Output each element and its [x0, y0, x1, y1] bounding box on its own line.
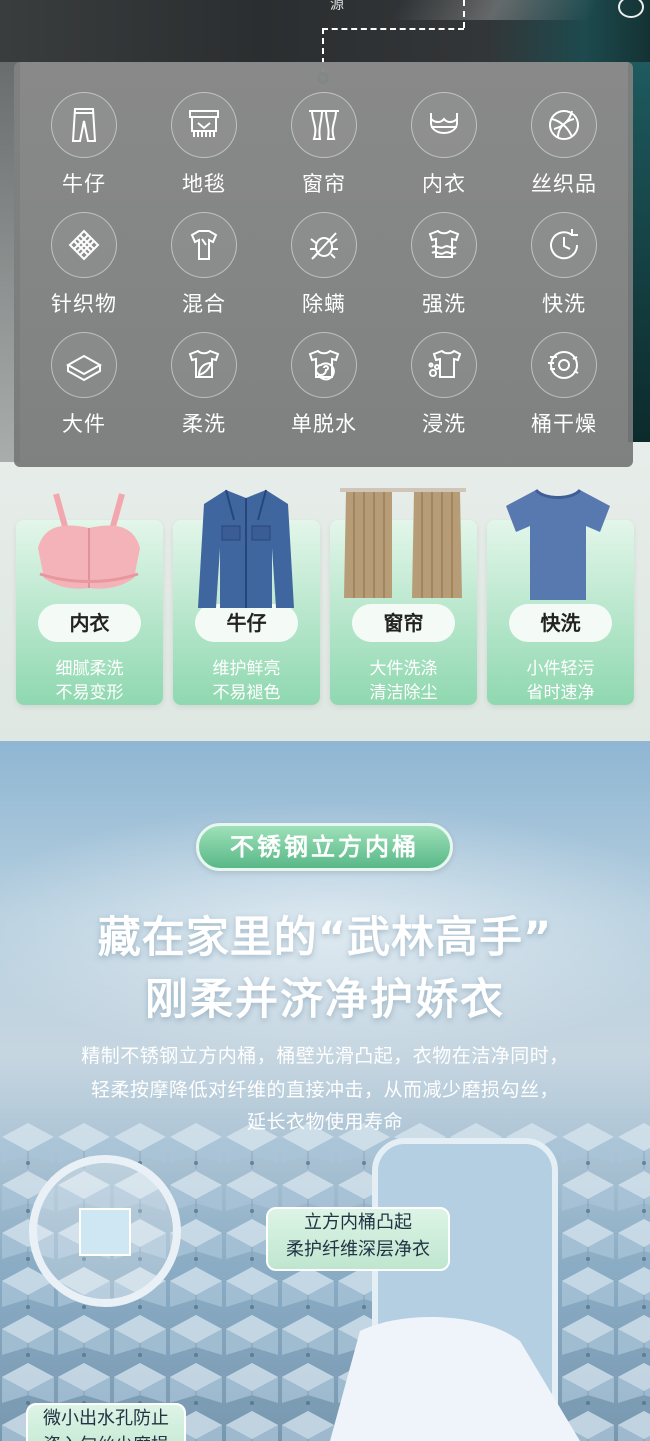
jeans-icon [71, 108, 97, 142]
carpet-icon [189, 110, 219, 137]
quick-wash-icon [550, 229, 579, 260]
mode-drum-dry[interactable]: 桶干燥 [514, 332, 614, 438]
feature-headline-1: 藏在家里的“武林高手” [97, 913, 553, 963]
sports-bra-image [38, 493, 140, 589]
feature-headline-2: 刚柔并济净护娇衣 [145, 975, 505, 1025]
mode-soak-wash[interactable]: 浸洗 [394, 332, 494, 438]
modes-panel: 牛仔 地毯 窗帘 内衣 丝织品 针织物 混合 除螨 强洗 快洗 大件 柔洗 单脱… [14, 62, 633, 467]
cube-drum-texture [0, 1121, 650, 1441]
card-desc-1: 小件轻污 [526, 659, 595, 679]
curtain-icon [309, 110, 339, 140]
spin-only-icon [308, 349, 340, 381]
card-desc-2: 清洁除尘 [369, 683, 438, 703]
t-shirt-image [506, 488, 610, 600]
strong-wash-icon [428, 229, 460, 258]
drum-feature-section: 不锈钢立方内桶 藏在家里的“武林高手” 刚柔并济净护娇衣 精制不锈钢立方内桶，桶… [0, 741, 650, 1441]
card-title: 窗帘 [352, 604, 455, 642]
feature-desc-3: 延长衣物使用寿命 [246, 1111, 403, 1133]
callout-cube-drum: 立方内桶凸起 柔护纤维深层净衣 [266, 1207, 450, 1271]
card-title: 牛仔 [195, 604, 298, 642]
card-title: 快洗 [509, 604, 612, 642]
card-desc-2: 省时速净 [526, 683, 595, 703]
mode-knit[interactable]: 针织物 [34, 212, 134, 318]
mode-bulky[interactable]: 大件 [34, 332, 134, 438]
mode-quick-wash[interactable]: 快洗 [514, 212, 614, 318]
mode-mixed[interactable]: 混合 [154, 212, 254, 318]
brand-badge-icon [618, 0, 644, 18]
card-desc-2: 不易变形 [55, 683, 124, 703]
mixed-icon [190, 230, 218, 260]
mode-anti-mite[interactable]: 除螨 [274, 212, 374, 318]
machine-top-strip: 源 [0, 0, 650, 62]
underwear-icon [430, 113, 458, 135]
callout-water-holes: 微小出水孔防止 瓷入勾丝少磨损 [26, 1403, 186, 1441]
strip-text: 源 [330, 0, 344, 13]
card-desc-2: 不易褪色 [212, 683, 281, 703]
feature-desc-2: 轻柔按摩降低对纤维的直接冲击，从而减少磨损勾丝， [90, 1079, 559, 1101]
card-desc-1: 维护鲜亮 [212, 659, 281, 679]
mode-silk[interactable]: 丝织品 [514, 92, 614, 198]
bulky-icon [65, 354, 103, 382]
gentle-wash-icon [188, 349, 220, 378]
anti-mite-icon [310, 232, 338, 260]
denim-jacket-image [198, 489, 294, 608]
card-desc-1: 细腻柔洗 [55, 659, 124, 679]
feature-desc-1: 精制不锈钢立方内桶，桶壁光滑凸起，衣物在洁净同时， [81, 1045, 569, 1067]
mode-strong-wash[interactable]: 强洗 [394, 212, 494, 318]
mode-spin-only[interactable]: 单脱水 [274, 332, 374, 438]
card-desc-1: 大件洗涤 [369, 659, 438, 679]
wash-modes-section: 源 牛仔 地毯 窗帘 内衣 丝织品 针织物 混合 除螨 强洗 快洗 大件 柔洗 … [0, 0, 650, 740]
curtains-image [340, 488, 466, 598]
mode-curtain[interactable]: 窗帘 [274, 92, 374, 198]
mode-carpet[interactable]: 地毯 [154, 92, 254, 198]
card-title: 内衣 [38, 604, 141, 642]
knit-icon [68, 229, 100, 261]
silk-icon [549, 110, 579, 140]
feature-badge: 不锈钢立方内桶 [196, 823, 453, 871]
mode-jeans[interactable]: 牛仔 [34, 92, 134, 198]
mode-underwear[interactable]: 内衣 [394, 92, 494, 198]
mode-gentle-wash[interactable]: 柔洗 [154, 332, 254, 438]
soak-wash-icon [428, 349, 462, 378]
drum-dry-icon [548, 351, 579, 379]
